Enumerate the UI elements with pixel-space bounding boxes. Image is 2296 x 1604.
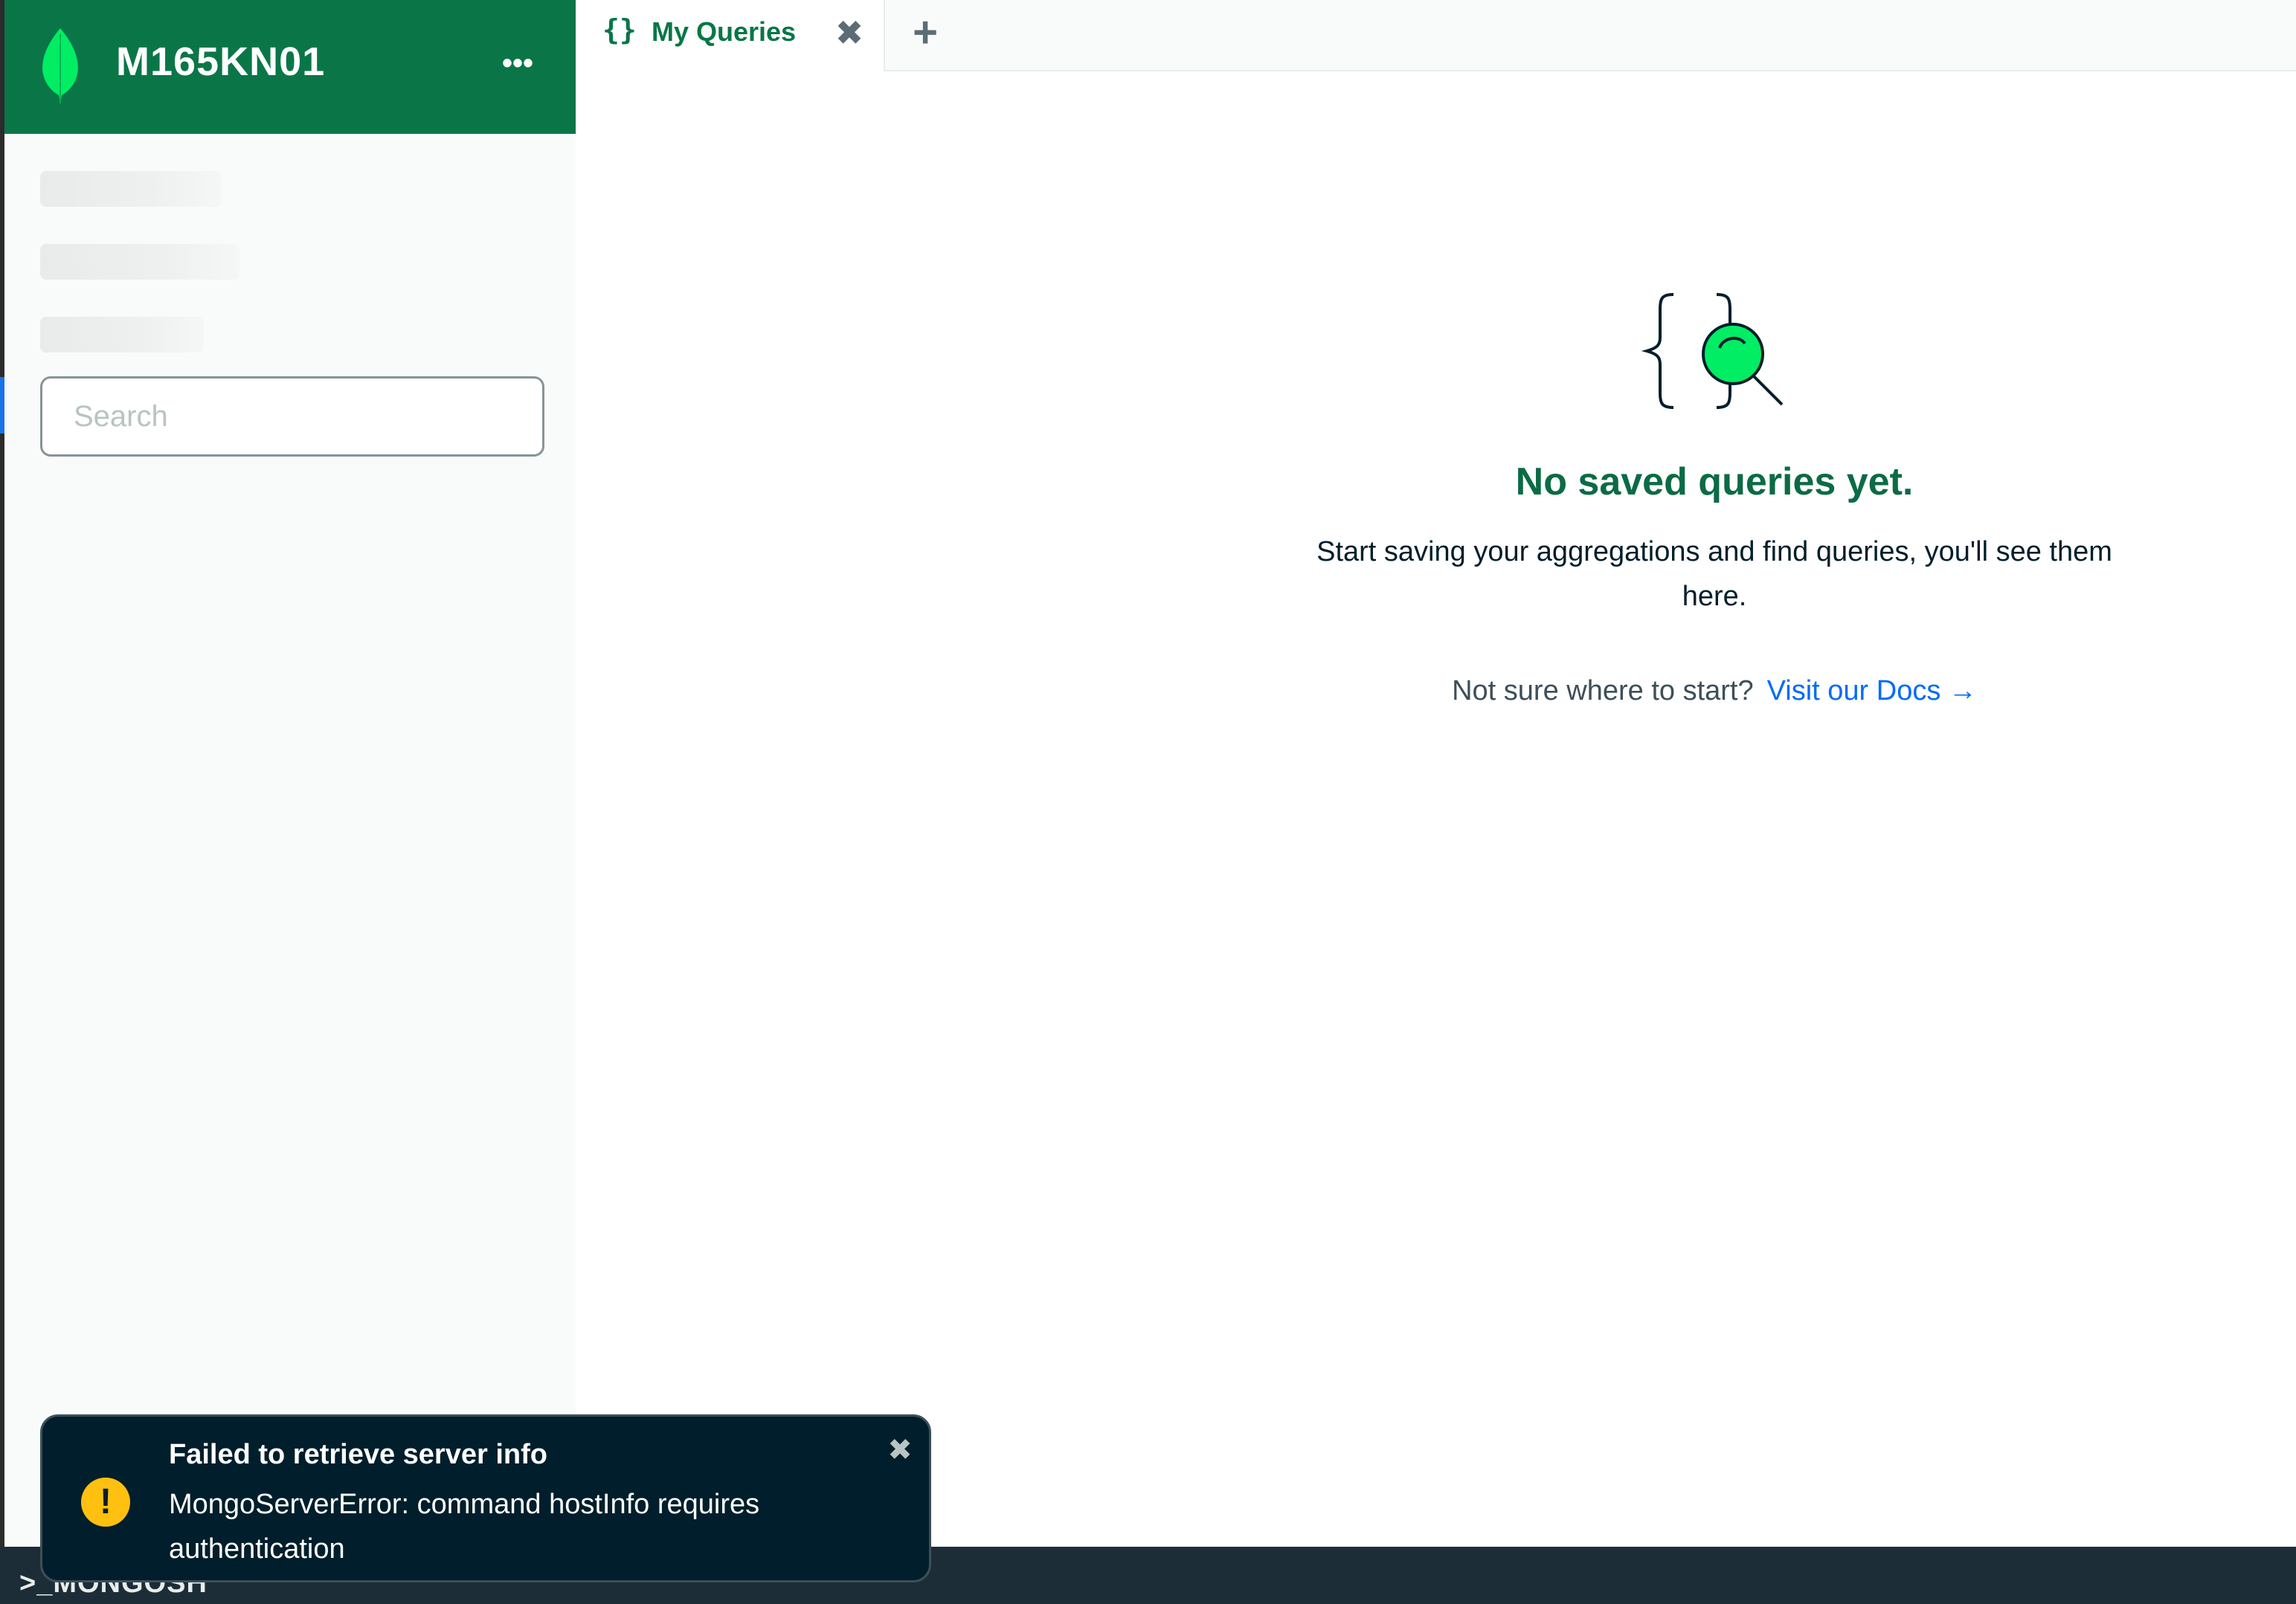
toast-close-icon[interactable]: ✖	[881, 1431, 919, 1469]
braces-icon: {}	[602, 13, 637, 46]
connection-name: M165KN01	[116, 39, 326, 84]
empty-state-description: Start saving your aggregations and find …	[1316, 536, 2112, 612]
loading-skeleton-1	[40, 171, 222, 207]
sidebar-search-input[interactable]	[40, 376, 544, 457]
loading-skeleton-2	[40, 244, 239, 280]
sidebar-header: M165KN01 •••	[4, 0, 576, 134]
toast-message: MongoServerError: command hostInfo requi…	[169, 1489, 760, 1565]
connection-more-button[interactable]: •••	[488, 45, 547, 82]
loading-skeleton-3	[40, 317, 204, 352]
empty-state-title: No saved queries yet.	[1515, 460, 1914, 503]
warning-icon: !	[81, 1478, 130, 1527]
sidebar: M165KN01 •••	[4, 0, 576, 1547]
tab-label: My Queries	[652, 16, 797, 47]
tab-my-queries[interactable]: {} My Queries ✖	[576, 0, 885, 71]
empty-state-hint: Not sure where to start?	[1452, 675, 1754, 706]
mongodb-leaf-icon	[42, 28, 78, 104]
visit-docs-link[interactable]: Visit our Docs →	[1767, 675, 1977, 706]
error-toast: ! Failed to retrieve server info MongoSe…	[40, 1414, 931, 1582]
empty-queries-illustration	[1641, 293, 1784, 409]
empty-state-hint-row: Not sure where to start? Visit our Docs →	[1116, 675, 2296, 707]
tab-close-icon[interactable]: ✖	[829, 12, 870, 54]
add-tab-button[interactable]: +	[903, 10, 948, 55]
workspace-tab-bar: {} My Queries ✖ +	[576, 0, 2296, 71]
toast-title: Failed to retrieve server info	[169, 1439, 547, 1470]
compass-window: M165KN01 ••• {} My Queries ✖ + No saved …	[0, 0, 2296, 1604]
